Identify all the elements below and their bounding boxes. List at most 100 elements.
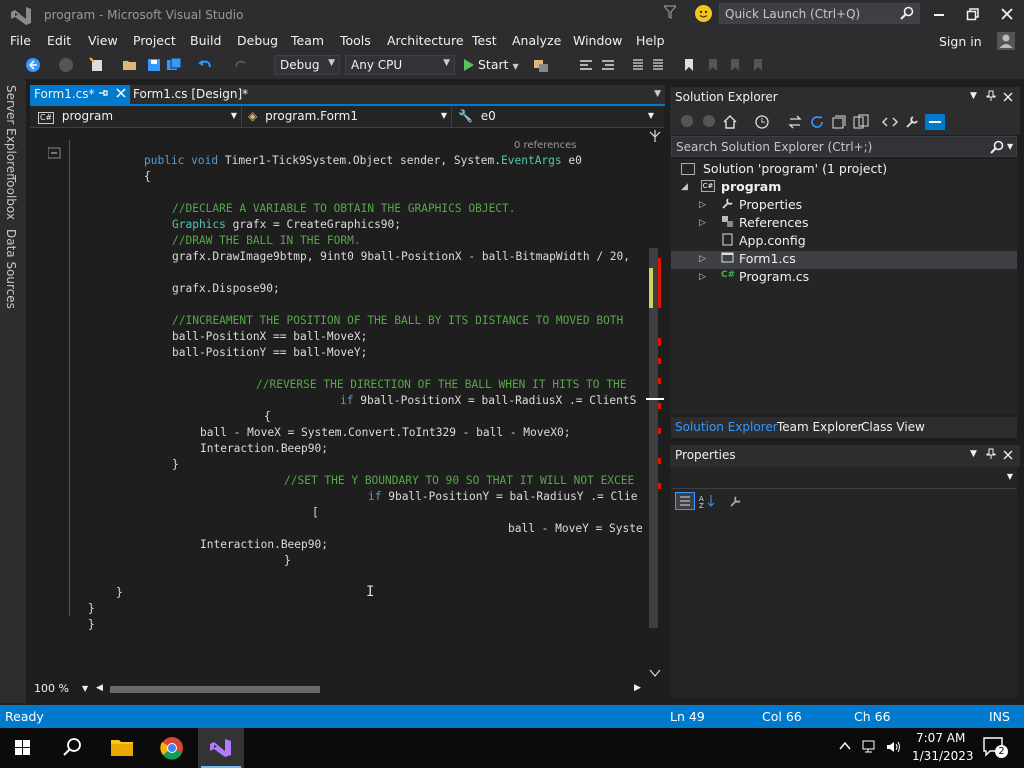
forward-icon[interactable] (702, 114, 718, 130)
codelens-references[interactable]: 0 references (514, 140, 577, 151)
back-icon[interactable] (680, 114, 696, 130)
sync-icon[interactable] (787, 114, 803, 130)
expanded-arrow-icon[interactable]: ◢ (681, 182, 688, 192)
collapsed-arrow-icon[interactable]: ▷ (699, 254, 706, 264)
tree-solution[interactable]: Solution 'program' (1 project) (681, 161, 887, 179)
toolbox-tab[interactable]: Toolbox (4, 175, 18, 220)
tab-overflow-icon[interactable]: ▼ (654, 89, 661, 99)
account-avatar-icon[interactable] (997, 32, 1015, 50)
navigate-back-icon[interactable] (25, 57, 41, 73)
home-icon[interactable] (722, 114, 738, 130)
uncomment-lines-icon[interactable] (651, 57, 667, 73)
bookmark-next-icon[interactable] (727, 57, 743, 73)
search-icon[interactable] (990, 140, 1004, 154)
clear-bookmarks-icon[interactable] (750, 57, 766, 73)
redo-icon[interactable] (233, 57, 249, 73)
window-position-icon[interactable]: ▼ (970, 91, 977, 101)
menu-edit[interactable]: Edit (47, 33, 71, 48)
visual-studio-taskbar-button[interactable] (198, 728, 244, 768)
view-code-icon[interactable] (882, 114, 898, 130)
open-file-icon[interactable] (122, 57, 138, 73)
minimize-button[interactable] (931, 7, 947, 21)
notifications-button[interactable]: 2 (982, 736, 1008, 760)
tab-class-view[interactable]: Class View (861, 420, 925, 434)
menu-view[interactable]: View (88, 33, 118, 48)
scroll-left-icon[interactable]: ◀ (96, 683, 103, 693)
editor-vertical-scrollbar[interactable] (646, 128, 664, 682)
undo-icon[interactable] (197, 57, 213, 73)
chrome-button[interactable] (149, 728, 195, 768)
data-sources-tab[interactable]: Data Sources (4, 229, 18, 309)
close-tab-icon[interactable] (116, 88, 126, 98)
code-editor[interactable]: 0 references public void Timer1-Tick9Sys… (30, 128, 664, 682)
solution-explorer-search-input[interactable]: Search Solution Explorer (Ctrl+;) ▼ (671, 136, 1017, 157)
bookmark-icon[interactable] (681, 57, 697, 73)
close-panel-icon[interactable] (1003, 92, 1013, 102)
solution-configuration-select[interactable]: Debug ▼ (274, 55, 340, 75)
collapsed-arrow-icon[interactable]: ▷ (699, 200, 706, 210)
property-pages-icon[interactable] (729, 494, 743, 508)
scroll-right-icon[interactable]: ▶ (634, 683, 641, 693)
menu-architecture[interactable]: Architecture (387, 33, 464, 48)
tab-team-explorer[interactable]: Team Explorer (777, 420, 863, 434)
menu-tools[interactable]: Tools (340, 33, 371, 48)
window-position-icon[interactable]: ▼ (970, 449, 977, 459)
clock-time[interactable]: 7:07 AM (916, 731, 965, 745)
show-all-files-icon[interactable] (853, 114, 869, 130)
sign-in-link[interactable]: Sign in (939, 34, 982, 49)
save-icon[interactable] (146, 57, 162, 73)
zoom-chevron-icon[interactable]: ▼ (82, 684, 88, 693)
collapsed-arrow-icon[interactable]: ▷ (699, 218, 706, 228)
navigate-forward-icon[interactable] (58, 57, 74, 73)
filter-notification-icon[interactable] (664, 5, 676, 19)
horizontal-scroll-thumb[interactable] (110, 686, 320, 693)
step-into-icon[interactable] (578, 57, 594, 73)
start-debugging-button[interactable]: Start ▼ (463, 57, 519, 72)
menu-window[interactable]: Window (573, 33, 622, 48)
collapse-all-icon[interactable] (831, 114, 847, 130)
tab-form1-design[interactable]: Form1.cs [Design]* (133, 87, 248, 101)
new-project-icon[interactable] (89, 57, 105, 73)
status-insert-mode[interactable]: INS (989, 709, 1010, 724)
member-dropdown[interactable]: 🔧 e0 ▼ (454, 107, 658, 127)
solution-platform-select[interactable]: Any CPU ▼ (345, 55, 455, 75)
volume-icon[interactable] (886, 740, 902, 754)
alphabetical-sort-icon[interactable]: AZ (699, 494, 715, 508)
pin-icon[interactable] (98, 88, 108, 98)
comment-lines-icon[interactable] (629, 57, 645, 73)
quick-launch-input[interactable]: Quick Launch (Ctrl+Q) (719, 3, 920, 24)
search-options-icon[interactable]: ▼ (1007, 142, 1013, 151)
pin-icon[interactable] (986, 448, 996, 460)
menu-test[interactable]: Test (472, 33, 497, 48)
class-dropdown[interactable]: ◈ program.Form1 ▼ (244, 107, 452, 127)
tree-item-form1-cs[interactable]: ▷ Form1.cs (671, 251, 1017, 269)
menu-file[interactable]: File (10, 33, 31, 48)
project-dropdown[interactable]: C# program ▼ (34, 107, 242, 127)
history-icon[interactable] (754, 114, 770, 130)
preview-selected-icon[interactable] (925, 114, 945, 130)
step-over-icon[interactable] (600, 57, 616, 73)
network-icon[interactable] (862, 740, 878, 754)
properties-object-select[interactable]: ▼ (671, 467, 1017, 489)
properties-wrench-icon[interactable] (904, 114, 920, 130)
clock-date[interactable]: 1/31/2023 (912, 749, 974, 763)
menu-analyze[interactable]: Analyze (512, 33, 561, 48)
menu-team[interactable]: Team (291, 33, 324, 48)
save-all-icon[interactable] (166, 57, 182, 73)
editor-horizontal-scrollbar[interactable]: 100 % ▼ ◀ ▶ (30, 682, 664, 697)
menu-debug[interactable]: Debug (237, 33, 278, 48)
refresh-icon[interactable] (809, 114, 825, 130)
tab-solution-explorer[interactable]: Solution Explorer (675, 420, 778, 434)
file-explorer-button[interactable] (99, 728, 145, 768)
search-taskbar-button[interactable] (49, 728, 95, 768)
zoom-level[interactable]: 100 % (34, 682, 69, 695)
collapsed-arrow-icon[interactable]: ▷ (699, 272, 706, 282)
show-hidden-icons-icon[interactable] (838, 740, 852, 752)
menu-project[interactable]: Project (133, 33, 176, 48)
categorized-icon[interactable] (675, 492, 695, 510)
bookmark-prev-icon[interactable] (705, 57, 721, 73)
server-explorer-tab[interactable]: Server Explorer (4, 85, 18, 178)
search-icon[interactable] (900, 6, 914, 20)
restore-button[interactable] (965, 7, 981, 21)
browser-link-icon[interactable] (533, 57, 549, 73)
